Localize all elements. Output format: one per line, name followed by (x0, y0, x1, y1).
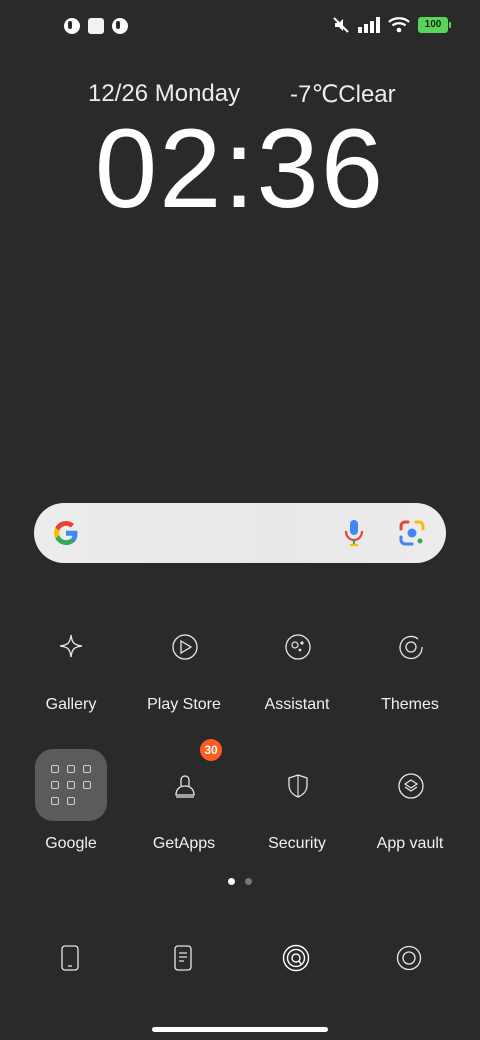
messages-icon[interactable] (163, 938, 203, 978)
lens-icon[interactable] (398, 519, 426, 547)
browser-icon[interactable] (276, 938, 316, 978)
signal-icon (358, 17, 380, 33)
battery-level: 100 (424, 19, 442, 30)
notification-icons (64, 18, 128, 34)
notification-icon (112, 18, 128, 34)
camera-icon[interactable] (389, 938, 429, 978)
app-folder-google[interactable]: Google (11, 749, 131, 853)
dock (0, 938, 480, 978)
google-g-icon (54, 521, 78, 545)
google-search-bar[interactable] (34, 503, 446, 563)
battery-indicator: 100 (418, 17, 451, 33)
phone-icon[interactable] (50, 938, 90, 978)
page-dot-active[interactable] (228, 878, 235, 885)
app-security[interactable]: Security (237, 749, 357, 853)
system-icons: 100 (332, 16, 451, 34)
app-label: App vault (376, 835, 444, 852)
app-themes[interactable]: Themes (350, 610, 470, 714)
assistant-icon (261, 610, 333, 682)
themes-icon (374, 610, 446, 682)
mute-icon (333, 17, 349, 33)
page-dot[interactable] (245, 878, 252, 885)
app-label: Google (45, 835, 97, 852)
app-gallery[interactable]: Gallery (11, 610, 131, 714)
page-indicator[interactable] (0, 878, 480, 885)
clock[interactable]: 02:36 (0, 104, 480, 233)
app-label: Play Store (147, 696, 221, 713)
bag-icon: 30 (148, 739, 222, 821)
app-getapps[interactable]: 30 GetApps (124, 739, 244, 853)
wifi-icon (388, 17, 410, 33)
app-label: Gallery (45, 696, 97, 713)
app-vault[interactable]: App vault (350, 749, 470, 853)
vault-icon (374, 749, 446, 821)
app-play-store[interactable]: Play Store (124, 610, 244, 714)
sparkle-icon (35, 610, 107, 682)
home-indicator[interactable] (152, 1027, 328, 1032)
shield-icon (261, 749, 333, 821)
app-label: GetApps (152, 835, 216, 852)
app-label: Security (268, 835, 326, 852)
app-assistant[interactable]: Assistant (237, 610, 357, 714)
mic-icon[interactable] (342, 519, 366, 547)
app-label: Assistant (264, 696, 330, 713)
status-bar: 100 (0, 0, 480, 56)
app-label: Themes (381, 696, 439, 713)
notification-square-icon (88, 18, 104, 34)
folder-icon (35, 749, 107, 821)
notification-badge: 30 (200, 739, 222, 761)
play-icon (148, 610, 220, 682)
notification-icon (64, 18, 80, 34)
